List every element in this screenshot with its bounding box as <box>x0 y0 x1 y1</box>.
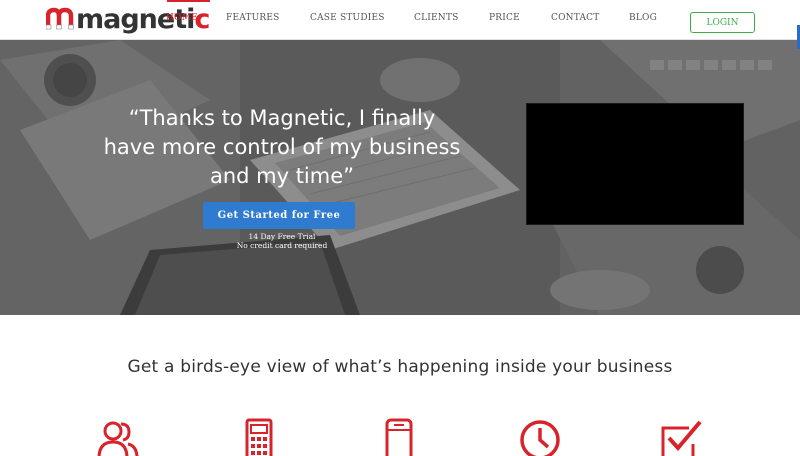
magnet-logo-icon <box>46 7 74 30</box>
nav-item-home[interactable]: HOME <box>166 13 198 23</box>
nav-item-features[interactable]: FEATURES <box>226 13 280 23</box>
site-header: magnetic HOME FEATURES CASE STUDIES CLIE… <box>0 0 800 40</box>
trial-info: 14 Day Free Trial No credit card require… <box>182 232 382 250</box>
nav-item-contact[interactable]: CONTACT <box>551 13 599 23</box>
hero-quote-line-1: “Thanks to Magnetic, I finally <box>128 106 436 130</box>
get-started-button[interactable]: Get Started for Free <box>203 202 355 229</box>
nav-item-price[interactable]: PRICE <box>489 13 520 23</box>
no-credit-card-text: No credit card required <box>236 241 328 250</box>
video-player[interactable] <box>526 103 744 225</box>
nav-item-case-studies[interactable]: CASE STUDIES <box>310 13 385 23</box>
checkbox-icon[interactable] <box>659 418 703 456</box>
trial-duration-text: 14 Day Free Trial <box>248 232 316 241</box>
hero-quote-line-2: have more control of my business <box>103 135 461 159</box>
calculator-icon[interactable] <box>237 418 281 456</box>
features-heading: Get a birds-eye view of what’s happening… <box>127 357 673 377</box>
nav-item-blog[interactable]: BLOG <box>629 13 657 23</box>
hero-quote-line-3: and my time” <box>209 164 355 188</box>
login-button[interactable]: LOGIN <box>690 12 755 33</box>
clock-icon[interactable] <box>518 418 562 456</box>
nav-active-indicator <box>167 0 210 2</box>
hero-section: “Thanks to Magnetic, I finally have more… <box>0 40 800 315</box>
users-icon[interactable] <box>95 418 139 456</box>
hero-quote: “Thanks to Magnetic, I finally have more… <box>60 104 504 191</box>
mobile-phone-icon[interactable] <box>377 418 421 456</box>
nav-item-clients[interactable]: CLIENTS <box>414 13 458 23</box>
